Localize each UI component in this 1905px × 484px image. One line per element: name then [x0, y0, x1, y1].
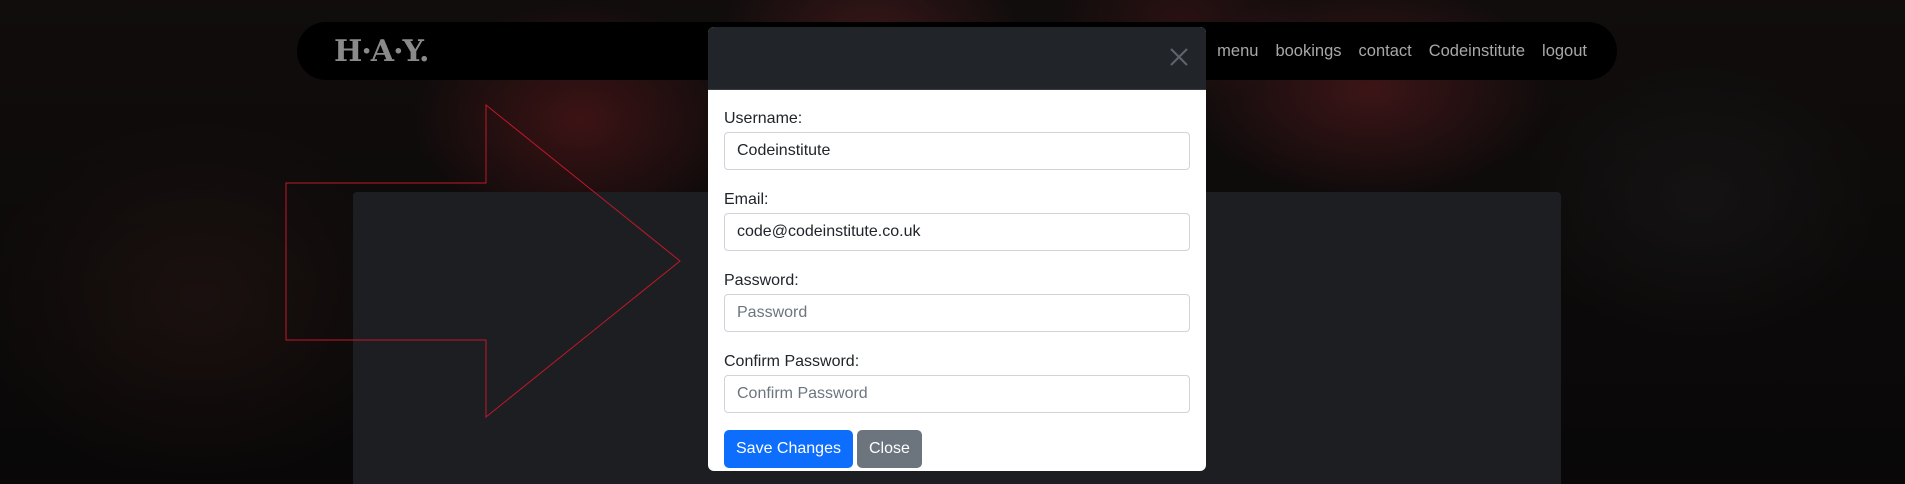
nav-link-profile[interactable]: Codeinstitute	[1429, 42, 1525, 61]
nav-link-bookings[interactable]: bookings	[1275, 42, 1341, 61]
nav-link-logout[interactable]: logout	[1542, 42, 1587, 61]
brand-logo[interactable]: H·A·Y.	[334, 34, 430, 69]
confirm-password-label: Confirm Password:	[724, 353, 860, 370]
username-label: Username:	[724, 110, 803, 127]
modal-header	[708, 27, 1206, 90]
save-changes-button[interactable]: Save Changes	[724, 430, 853, 468]
edit-profile-modal: Username: Email: Password: Confirm Passw…	[708, 27, 1206, 471]
password-label: Password:	[724, 272, 799, 289]
nav-links: menu bookings contact Codeinstitute logo…	[1217, 22, 1587, 80]
email-label: Email:	[724, 191, 769, 208]
nav-link-menu[interactable]: menu	[1217, 42, 1258, 61]
close-button[interactable]: Close	[856, 430, 922, 468]
email-field[interactable]	[724, 213, 1190, 251]
modal-actions: Save Changes Close	[724, 430, 1190, 468]
confirm-password-field[interactable]	[724, 375, 1190, 413]
nav-link-contact[interactable]: contact	[1359, 42, 1412, 61]
page-background: H·A·Y. menu bookings contact Codeinstitu…	[0, 0, 1905, 484]
password-field[interactable]	[724, 294, 1190, 332]
modal-body: Username: Email: Password: Confirm Passw…	[708, 110, 1206, 468]
username-field[interactable]	[724, 132, 1190, 170]
arrow-outline-icon	[285, 104, 681, 419]
close-icon[interactable]	[1168, 46, 1190, 68]
